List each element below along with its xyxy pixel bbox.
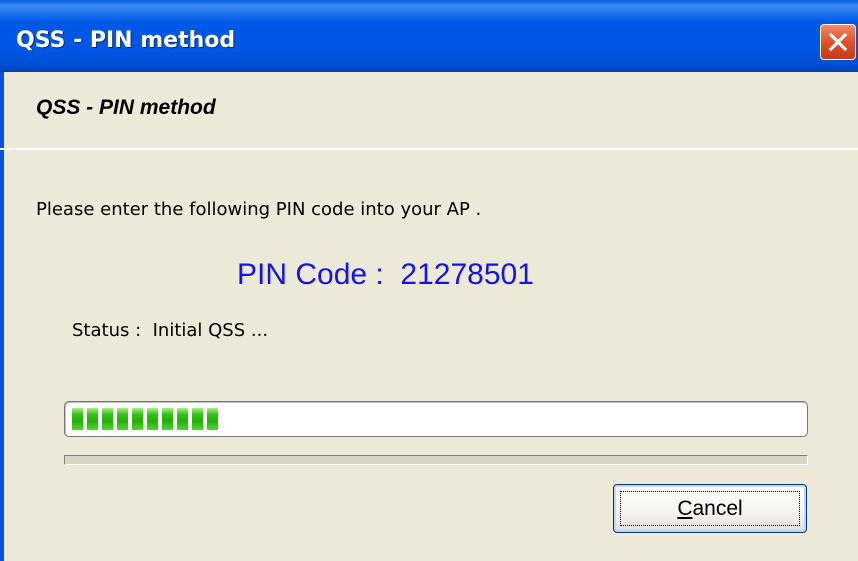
- dialog-header-label: QSS - PIN method: [36, 96, 216, 119]
- close-icon: [828, 32, 848, 52]
- progress-block: [102, 408, 113, 430]
- progress-block: [132, 408, 143, 430]
- header-divider: [0, 148, 858, 150]
- progress-bar: [64, 401, 808, 437]
- progress-block: [72, 408, 83, 430]
- progress-block: [192, 408, 203, 430]
- title-bar[interactable]: QSS - PIN method: [0, 0, 858, 72]
- progress-block: [117, 408, 128, 430]
- instruction-text: Please enter the following PIN code into…: [36, 199, 482, 220]
- cancel-button[interactable]: Cancel: [613, 484, 807, 533]
- progress-block: [207, 408, 218, 430]
- window-frame-left: [0, 72, 4, 561]
- window-title: QSS - PIN method: [16, 28, 236, 53]
- progress-fill: [72, 408, 222, 430]
- progress-block: [147, 408, 158, 430]
- cancel-accelerator: C: [677, 497, 693, 520]
- close-button[interactable]: [820, 24, 856, 60]
- status-line: Status : Initial QSS ...: [72, 320, 268, 341]
- status-label: Status :: [72, 320, 142, 341]
- progress-block: [87, 408, 98, 430]
- pin-code-line: PIN Code : 21278501: [0, 258, 858, 292]
- status-value: Initial QSS ...: [152, 320, 269, 341]
- cancel-label: ancel: [692, 497, 743, 520]
- separator-line: [64, 455, 808, 465]
- pin-code-label: PIN Code :: [237, 258, 384, 291]
- progress-block: [177, 408, 188, 430]
- pin-code-value: 21278501: [400, 258, 534, 291]
- qss-dialog-window: QSS - PIN method QSS - PIN method Please…: [0, 0, 858, 561]
- progress-block: [162, 408, 173, 430]
